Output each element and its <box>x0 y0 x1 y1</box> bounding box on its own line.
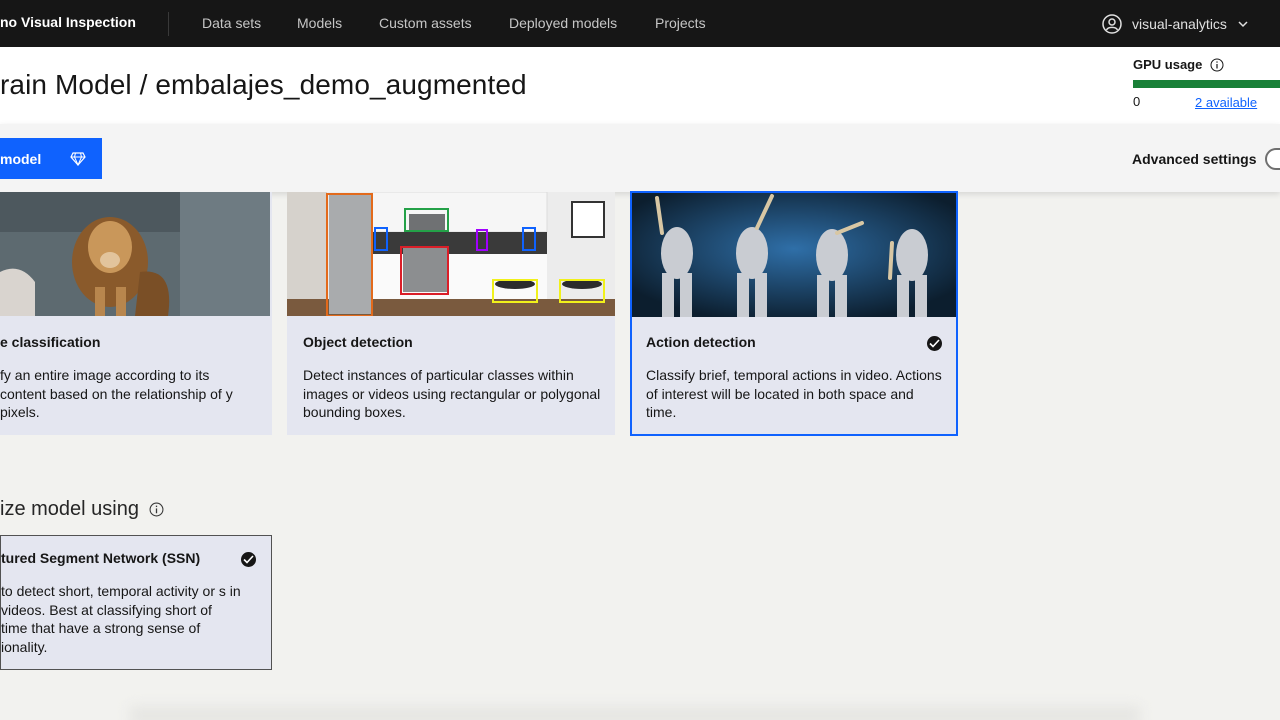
bottom-panel-shadow <box>130 706 1140 720</box>
train-model-button[interactable]: model <box>0 138 102 179</box>
option-title: tured Segment Network (SSN) <box>1 550 201 566</box>
optimization-option-ssn[interactable]: tured Segment Network (SSN) to detect sh… <box>0 535 272 670</box>
gpu-used-count: 0 <box>1133 94 1141 109</box>
card-title: e classification <box>0 334 101 350</box>
model-type-card-classification[interactable]: e classification fy an entire image acco… <box>0 192 272 435</box>
baseball-image <box>632 193 956 317</box>
page-title: rain Model / embalajes_demo_augmented <box>0 69 527 100</box>
nav-divider <box>168 12 169 36</box>
lion-image <box>0 192 272 316</box>
user-name: visual-analytics <box>1132 16 1227 32</box>
chevron-down-icon <box>1238 21 1248 28</box>
checkmark-filled-icon <box>927 336 942 351</box>
model-type-card-object-detection[interactable]: Object detection Detect instances of par… <box>287 192 615 435</box>
card-title: Action detection <box>646 334 756 350</box>
gpu-usage-bar-fill <box>1133 80 1280 88</box>
card-description: Classify brief, temporal actions in vide… <box>646 367 942 420</box>
nav-link-projects[interactable]: Projects <box>655 15 706 31</box>
gpu-usage-text: GPU usage <box>1133 57 1203 72</box>
diamond-icon <box>70 151 86 166</box>
info-icon[interactable] <box>149 502 164 517</box>
gpu-usage-label: GPU usage <box>1133 57 1224 72</box>
card-title: Object detection <box>303 334 413 350</box>
nav-link-deployed-models[interactable]: Deployed models <box>509 15 617 31</box>
advanced-settings-label: Advanced settings <box>1132 151 1257 167</box>
nav-link-custom-assets[interactable]: Custom assets <box>379 15 472 31</box>
nav-link-models[interactable]: Models <box>297 15 342 31</box>
train-model-label: model <box>0 150 42 167</box>
option-description: to detect short, temporal activity or s … <box>1 583 241 655</box>
kitchen-image <box>287 192 615 316</box>
user-menu[interactable]: visual-analytics <box>1102 13 1249 35</box>
info-icon[interactable] <box>1210 58 1224 72</box>
toolbar: model Advanced settings <box>0 124 1280 192</box>
advanced-settings-toggle[interactable] <box>1265 148 1280 170</box>
card-description: Detect instances of particular classes w… <box>303 367 601 420</box>
user-avatar-icon <box>1102 14 1122 34</box>
card-description: fy an entire image according to its cont… <box>0 367 233 420</box>
gpu-usage-bar <box>1133 80 1280 88</box>
model-type-card-action-detection[interactable]: Action detection Classify brief, tempora… <box>630 191 958 436</box>
app-brand[interactable]: no Visual Inspection <box>0 14 136 30</box>
nav-link-data-sets[interactable]: Data sets <box>202 15 261 31</box>
top-nav: no Visual Inspection Data sets Models Cu… <box>0 0 1280 47</box>
optimize-heading: ize model using <box>0 498 164 521</box>
gpu-available-link[interactable]: 2 available <box>1195 95 1257 110</box>
checkmark-filled-icon <box>241 552 256 567</box>
optimize-heading-text: ize model using <box>0 498 139 520</box>
page-header: rain Model / embalajes_demo_augmented GP… <box>0 47 1280 124</box>
